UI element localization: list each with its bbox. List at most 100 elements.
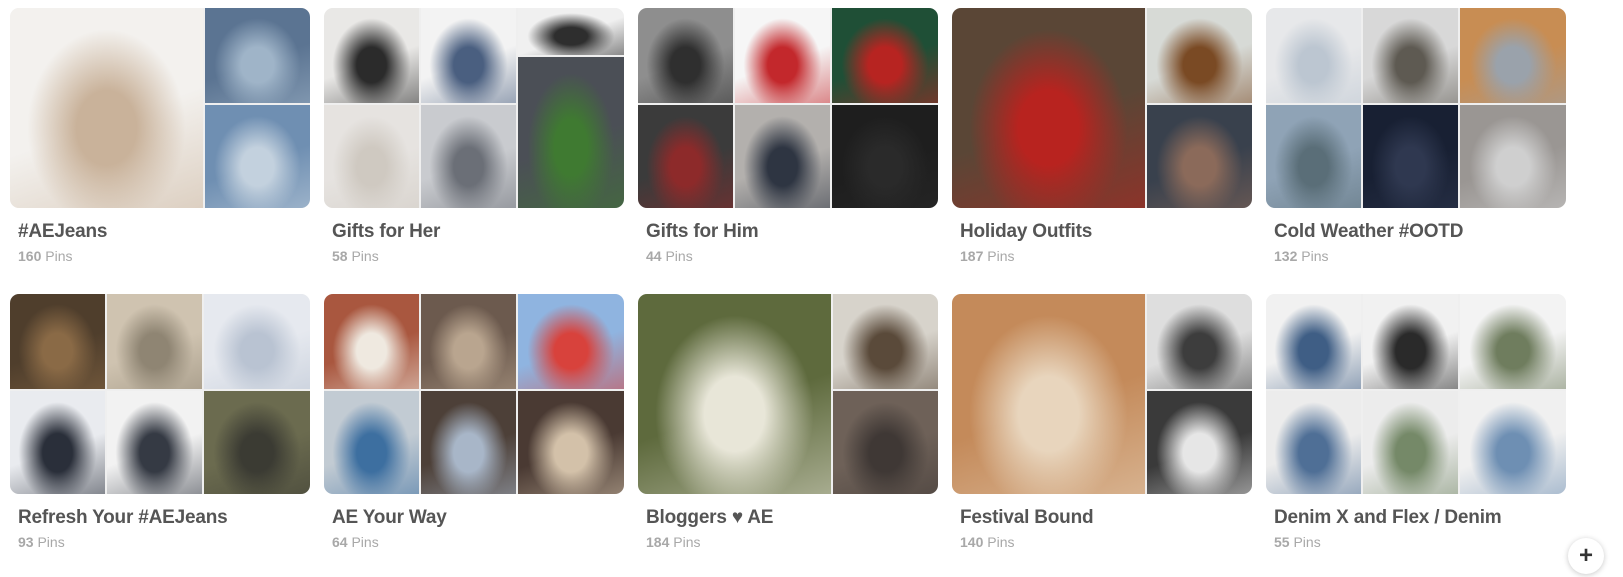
board-card[interactable]: Bloggers ♥ AE 184 Pins	[638, 294, 938, 550]
board-card[interactable]: Festival Bound 140 Pins	[952, 294, 1252, 550]
board-title[interactable]: #AEJeans	[18, 221, 107, 243]
board-cover-collage[interactable]	[10, 294, 310, 494]
pin-thumbnail	[324, 391, 419, 494]
board-card[interactable]: Holiday Outfits 187 Pins	[952, 8, 1252, 264]
board-title[interactable]: Gifts for Him	[646, 221, 759, 243]
pin-thumbnail	[204, 391, 310, 494]
board-pin-count: 44 Pins	[646, 248, 693, 264]
board-cover-collage[interactable]	[1266, 294, 1566, 494]
board-title[interactable]: Gifts for Her	[332, 221, 440, 243]
pin-thumbnail	[832, 105, 938, 208]
pin-thumbnail	[421, 294, 516, 389]
pin-count-unit: Pins	[351, 248, 379, 264]
pin-thumbnail	[1147, 294, 1252, 389]
pin-thumbnail	[1363, 294, 1458, 389]
pin-count-number: 160	[18, 248, 42, 264]
pin-thumbnail	[1147, 8, 1252, 103]
pin-thumbnail	[204, 294, 310, 389]
pin-thumbnail	[735, 8, 830, 103]
pin-thumbnail	[1460, 391, 1566, 494]
board-cover-collage[interactable]	[638, 8, 938, 208]
board-card[interactable]: Refresh Your #AEJeans 93 Pins	[10, 294, 310, 550]
pin-count-number: 44	[646, 248, 662, 264]
pin-thumbnail	[10, 294, 105, 389]
board-title[interactable]: AE Your Way	[332, 507, 447, 529]
board-title[interactable]: Cold Weather #OOTD	[1274, 221, 1463, 243]
board-cover-collage[interactable]	[324, 294, 624, 494]
pin-count-unit: Pins	[1293, 534, 1321, 550]
pin-thumbnail	[1460, 8, 1566, 103]
pin-thumbnail	[833, 391, 938, 494]
pin-thumbnail	[952, 8, 1145, 208]
pin-thumbnail	[421, 391, 516, 494]
pin-thumbnail	[107, 294, 202, 389]
board-pin-count: 58 Pins	[332, 248, 379, 264]
board-card[interactable]: Cold Weather #OOTD 132 Pins	[1266, 8, 1566, 264]
pin-thumbnail	[1460, 294, 1566, 389]
pin-thumbnail	[518, 57, 624, 208]
pin-count-number: 55	[1274, 534, 1290, 550]
board-pin-count: 160 Pins	[18, 248, 72, 264]
pin-count-number: 140	[960, 534, 984, 550]
board-cover-collage[interactable]	[1266, 8, 1566, 208]
pin-count-unit: Pins	[45, 248, 73, 264]
pin-thumbnail	[518, 391, 624, 494]
pin-count-number: 184	[646, 534, 670, 550]
pin-thumbnail	[1363, 8, 1458, 103]
board-pin-count: 184 Pins	[646, 534, 700, 550]
board-pin-count: 93 Pins	[18, 534, 65, 550]
pin-thumbnail	[421, 105, 516, 208]
pin-thumbnail	[518, 294, 624, 389]
pin-thumbnail	[1460, 105, 1566, 208]
board-card[interactable]: AE Your Way 64 Pins	[324, 294, 624, 550]
pin-count-unit: Pins	[37, 534, 65, 550]
board-cover-collage[interactable]	[952, 294, 1252, 494]
board-pin-count: 140 Pins	[960, 534, 1014, 550]
board-cover-collage[interactable]	[638, 294, 938, 494]
pin-thumbnail	[205, 8, 310, 103]
pin-count-unit: Pins	[665, 248, 693, 264]
board-pin-count: 187 Pins	[960, 248, 1014, 264]
pin-thumbnail	[421, 8, 516, 103]
board-cover-collage[interactable]	[10, 8, 310, 208]
board-cover-collage[interactable]	[952, 8, 1252, 208]
board-card[interactable]: Gifts for Her 58 Pins	[324, 8, 624, 264]
pin-thumbnail	[518, 8, 624, 55]
pin-thumbnail	[1266, 105, 1361, 208]
pin-thumbnail	[1266, 294, 1361, 389]
pin-count-unit: Pins	[987, 534, 1015, 550]
pin-count-unit: Pins	[987, 248, 1015, 264]
pin-count-unit: Pins	[1301, 248, 1329, 264]
pin-count-unit: Pins	[351, 534, 379, 550]
board-card[interactable]: Denim X and Flex / Denim 55 Pins	[1266, 294, 1566, 550]
pin-thumbnail	[1266, 391, 1361, 494]
board-title[interactable]: Denim X and Flex / Denim	[1274, 507, 1502, 529]
board-card[interactable]: Gifts for Him 44 Pins	[638, 8, 938, 264]
pin-thumbnail	[10, 8, 203, 208]
pin-thumbnail	[205, 105, 310, 208]
board-title[interactable]: Refresh Your #AEJeans	[18, 507, 228, 529]
pin-count-number: 187	[960, 248, 984, 264]
pin-thumbnail	[324, 105, 419, 208]
pin-thumbnail	[10, 391, 105, 494]
board-title[interactable]: Holiday Outfits	[960, 221, 1092, 243]
pin-thumbnail	[1147, 391, 1252, 494]
pin-thumbnail	[638, 105, 733, 208]
pin-thumbnail	[324, 294, 419, 389]
pin-thumbnail	[952, 294, 1145, 494]
pin-count-number: 58	[332, 248, 348, 264]
pin-thumbnail	[735, 105, 830, 208]
board-title[interactable]: Bloggers ♥ AE	[646, 507, 773, 529]
board-cover-collage[interactable]	[324, 8, 624, 208]
pin-thumbnail	[1363, 391, 1458, 494]
board-pin-count: 55 Pins	[1274, 534, 1321, 550]
board-card[interactable]: #AEJeans 160 Pins	[10, 8, 310, 264]
pin-thumbnail	[107, 391, 202, 494]
board-pin-count: 64 Pins	[332, 534, 379, 550]
pin-thumbnail	[832, 8, 938, 103]
pin-thumbnail	[638, 8, 733, 103]
pin-count-unit: Pins	[673, 534, 701, 550]
pin-thumbnail	[1363, 105, 1458, 208]
board-title[interactable]: Festival Bound	[960, 507, 1094, 529]
add-button[interactable]: +	[1568, 538, 1604, 574]
